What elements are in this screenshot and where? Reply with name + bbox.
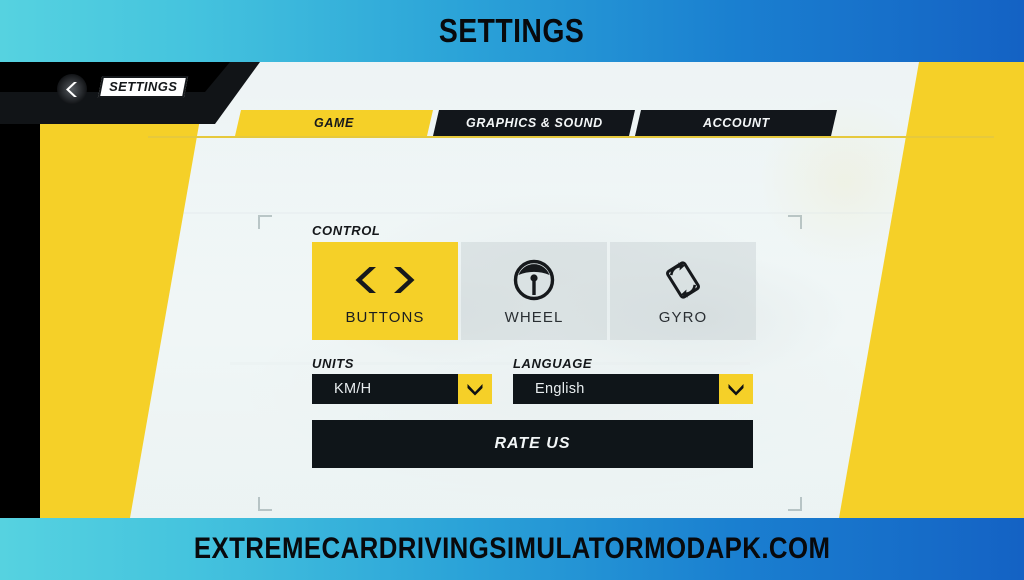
game-screen: SETTINGS GAME GRAPHICS & SOUND ACCOUNT C… <box>0 62 1024 518</box>
corner-bracket-top-right <box>788 215 802 229</box>
language-section-label: LANGUAGE <box>513 356 593 371</box>
left-right-chevrons-icon <box>354 256 416 304</box>
chevron-down-icon[interactable] <box>719 374 753 404</box>
chevron-left-icon <box>65 81 80 98</box>
tab-account-label: ACCOUNT <box>702 116 770 130</box>
rate-us-button[interactable]: RATE US <box>312 420 753 468</box>
promo-title: SETTINGS <box>439 12 585 49</box>
screenshot-root: SETTINGS SETTINGS GAME GRAPHICS & SOUND … <box>0 0 1024 580</box>
language-select-value: English <box>513 374 719 404</box>
language-select[interactable]: English <box>513 374 753 404</box>
control-option-gyro-label: GYRO <box>658 309 708 326</box>
breadcrumb: SETTINGS <box>97 76 189 98</box>
control-option-buttons[interactable]: BUTTONS <box>312 242 458 340</box>
promo-banner-top: SETTINGS <box>0 0 1024 62</box>
tab-graphics-sound[interactable]: GRAPHICS & SOUND <box>432 110 636 136</box>
tab-account[interactable]: ACCOUNT <box>634 110 838 136</box>
units-select-value: KM/H <box>312 374 458 404</box>
settings-panel: CONTROL BUTTONS WHEEL GYRO UNITS LANGUAG… <box>0 138 1024 518</box>
breadcrumb-label: SETTINGS <box>109 79 178 94</box>
tab-graphics-sound-label: GRAPHICS & SOUND <box>465 116 603 130</box>
tab-game-label: GAME <box>314 116 354 130</box>
promo-banner-bottom: EXTREMECARDRIVINGSIMULATORMODAPK.COM <box>0 518 1024 580</box>
steering-wheel-icon <box>513 256 555 304</box>
tab-game[interactable]: GAME <box>234 110 434 136</box>
gyro-rotate-device-icon <box>661 256 705 304</box>
back-button[interactable] <box>57 74 87 104</box>
control-section-label: CONTROL <box>312 223 381 238</box>
corner-bracket-top-left <box>258 215 272 229</box>
control-options-group: BUTTONS WHEEL GYRO <box>312 242 756 340</box>
corner-bracket-bottom-right <box>788 497 802 511</box>
corner-bracket-bottom-left <box>258 497 272 511</box>
tab-bar: GAME GRAPHICS & SOUND ACCOUNT <box>234 110 838 136</box>
chevron-down-icon[interactable] <box>458 374 492 404</box>
control-option-gyro[interactable]: GYRO <box>610 242 756 340</box>
units-select[interactable]: KM/H <box>312 374 492 404</box>
rate-us-button-label: RATE US <box>494 435 571 452</box>
control-option-wheel[interactable]: WHEEL <box>461 242 607 340</box>
control-option-wheel-label: WHEEL <box>504 309 564 326</box>
control-option-buttons-label: BUTTONS <box>345 309 425 326</box>
units-section-label: UNITS <box>312 356 354 371</box>
promo-url: EXTREMECARDRIVINGSIMULATORMODAPK.COM <box>193 532 831 565</box>
